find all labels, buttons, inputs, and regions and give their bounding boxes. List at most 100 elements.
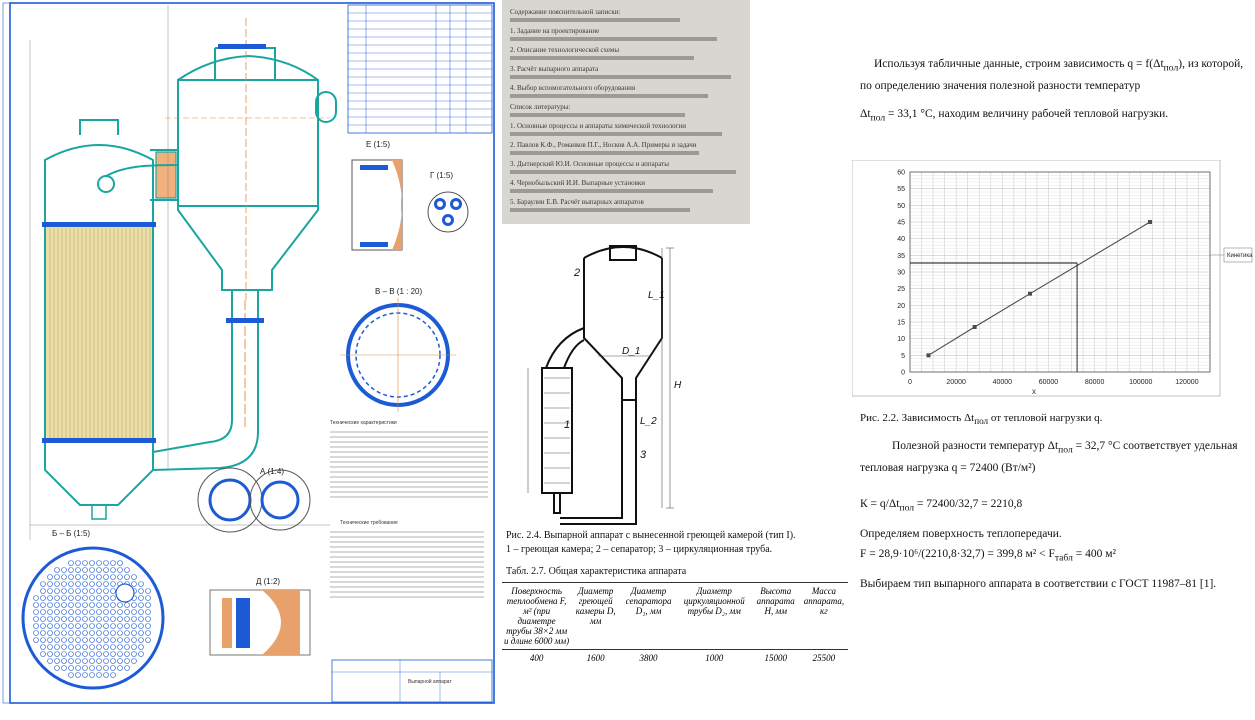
chart-y-tick-label: 15 bbox=[897, 320, 905, 327]
paragraph-1b: по определению значения полезной разност… bbox=[860, 80, 1141, 92]
paragraph-3b: тепловая нагрузка q = 72400 (Вт/м²) bbox=[860, 462, 1036, 474]
scan-text-line: Содержание пояснительной записки: bbox=[510, 8, 621, 16]
label-e: Е (1:5) bbox=[366, 140, 390, 149]
chart-xlabel: x bbox=[1032, 387, 1036, 396]
table-header-cell: Диаметр сепаратора D₁, мм bbox=[620, 582, 677, 650]
chart-point bbox=[1148, 220, 1152, 224]
label-b: Б – Б (1:5) bbox=[52, 529, 90, 538]
scan-text-line: Список литературы: bbox=[510, 103, 571, 111]
engineering-drawing: Выпарной аппарат Е (1:5) Г (1:5) В – В (… bbox=[0, 0, 498, 715]
chart-y-tick-label: 60 bbox=[897, 170, 905, 177]
scan-text-line: 1. Задание на проектирование bbox=[510, 27, 600, 35]
p1a-text: Используя табличные данные, строим завис… bbox=[874, 58, 1164, 70]
scan-line bbox=[510, 208, 690, 212]
fig-label-l2: L_2 bbox=[640, 416, 657, 427]
fig-label-l1: L_1 bbox=[648, 290, 665, 301]
scan-text-line: 3. Расчёт выпарного аппарата bbox=[510, 65, 599, 73]
apparatus-table: Поверхность теплообмена F, м² (при диаме… bbox=[502, 582, 848, 666]
table-header-cell: Диаметр циркуляционной трубы D₂, мм bbox=[676, 582, 752, 650]
scan-text-line: 5. Бараулин Е.В. Расчёт выпарных аппарат… bbox=[510, 198, 644, 206]
detail-view-e bbox=[351, 159, 403, 251]
figure-2-2-caption: Рис. 2.2. Зависимость Δtпол от тепловой … bbox=[860, 412, 1102, 426]
p4-sub: пол bbox=[899, 502, 915, 514]
p6-sub: табл bbox=[1054, 552, 1073, 564]
scan-line bbox=[510, 170, 736, 174]
scan-line bbox=[510, 151, 699, 155]
chart-point bbox=[926, 353, 931, 358]
p2-pre: Δt bbox=[860, 108, 871, 120]
paragraph-1a: Используя табличные данные, строим завис… bbox=[874, 58, 1243, 73]
table-cell: 15000 bbox=[751, 649, 800, 666]
scan-line bbox=[510, 75, 731, 79]
scan-line bbox=[510, 113, 685, 117]
label-a: А (1:4) bbox=[260, 467, 284, 476]
scan-line bbox=[510, 132, 722, 136]
p3a-sub: пол bbox=[1058, 444, 1073, 456]
apparatus-sketch: 1 2 3 D_1 L_1 L_2 H bbox=[527, 245, 682, 525]
detail-view-a bbox=[197, 467, 311, 533]
formula-k: К = q/Δtпол = 72400/32,7 = 2210,8 bbox=[860, 498, 1022, 513]
figure-caption-1: Рис. 2.4. Выпарной аппарат с вынесенной … bbox=[506, 530, 796, 541]
table-cell: 1600 bbox=[571, 649, 621, 666]
apparatus-figure-panel: 1 2 3 D_1 L_1 L_2 H Рис. 2.4. Выпарной а… bbox=[502, 228, 852, 715]
chart-grid bbox=[909, 171, 1211, 373]
fig-cap-end: от тепловой нагрузки q. bbox=[988, 412, 1103, 424]
p1a-sub: пол bbox=[1163, 62, 1179, 74]
title-block: Выпарной аппарат bbox=[331, 659, 493, 703]
chart-x-tick-label: 80000 bbox=[1085, 379, 1105, 386]
detail-view-v bbox=[340, 298, 456, 412]
chart-point bbox=[1028, 291, 1032, 296]
chart: 0 20000 40000 60000 80000 100000 120000 0 5 10 15 2… bbox=[852, 160, 1253, 397]
paragraph-3a: Полезной разности температур Δtпол = 32,… bbox=[892, 440, 1238, 455]
fig-label-2: 2 bbox=[573, 267, 580, 279]
chart-y-tick-label: 55 bbox=[897, 186, 905, 193]
chart-x-tick-label: 40000 bbox=[993, 379, 1013, 386]
scan-text-line: 1. Основные процессы и аппараты химическ… bbox=[510, 122, 686, 130]
scanned-page: Содержание пояснительной записки: 1. Зада… bbox=[502, 0, 750, 224]
label-g: Г (1:5) bbox=[430, 171, 453, 180]
fig-cap-sub: пол bbox=[974, 416, 989, 427]
table-cell: 25500 bbox=[799, 649, 848, 666]
detail-view-d bbox=[209, 589, 311, 656]
fig-cap-text: Рис. 2.2. Зависимость Δt bbox=[860, 412, 975, 424]
p2-rest: = 33,1 °С, находим величину рабочей тепл… bbox=[885, 108, 1169, 120]
chart-y-tick-label: 50 bbox=[897, 203, 905, 210]
chart-x-tick-label: 20000 bbox=[946, 379, 966, 386]
table-header-cell: Поверхность теплообмена F, м² (при диаме… bbox=[502, 582, 572, 650]
chart-y-tick-label: 35 bbox=[897, 253, 905, 260]
chart-y-tick-label: 40 bbox=[897, 236, 905, 243]
table-title: Табл. 2.7. Общая характеристика аппарата bbox=[506, 566, 687, 577]
circulation-pipe bbox=[152, 290, 259, 471]
table-header-cell: Диаметр греющей камеры D, мм bbox=[571, 582, 621, 650]
p6-text: F = 28,9·10⁶/(2210,8·32,7) = 399,8 м² < … bbox=[860, 548, 1055, 560]
scan-text-line: 4. Выбор вспомогательного оборудования bbox=[510, 84, 636, 92]
scan-line bbox=[510, 18, 680, 22]
chart-x-tick-label: 120000 bbox=[1175, 379, 1198, 386]
p4-text: К = q/Δt bbox=[860, 498, 900, 510]
table-header-row: Поверхность теплообмена F, м² (при диаме… bbox=[502, 582, 848, 650]
p2-sub: пол bbox=[870, 112, 886, 124]
notes-block bbox=[330, 431, 488, 598]
table-header-cell: Масса аппарата, кг bbox=[799, 582, 848, 650]
chart-point bbox=[972, 325, 977, 329]
tube-sheet-view bbox=[21, 546, 165, 690]
detail-view-g bbox=[427, 191, 469, 233]
chart-x-tick-label: 60000 bbox=[1039, 379, 1059, 386]
p4-end: = 72400/32,7 = 2210,8 bbox=[914, 498, 1023, 510]
chart-x-tick-label: 0 bbox=[908, 379, 912, 386]
label-d: Д (1:2) bbox=[256, 577, 280, 586]
paragraph-2: Δtпол = 33,1 °С, находим величину рабоче… bbox=[860, 108, 1168, 123]
formula-f: F = 28,9·10⁶/(2210,8·32,7) = 399,8 м² < … bbox=[860, 548, 1116, 563]
text-panel: Используя табличные данные, строим завис… bbox=[852, 0, 1255, 715]
chart-y-tick-label: 10 bbox=[897, 336, 905, 343]
p6-end: = 400 м² bbox=[1072, 548, 1116, 560]
chart-y-tick-label: 20 bbox=[897, 303, 905, 310]
chart-y-tick-label: 0 bbox=[901, 370, 905, 377]
scan-line bbox=[510, 37, 717, 41]
p1a-end: ), из которой, bbox=[1178, 58, 1244, 70]
scan-text-line: 3. Дытнерский Ю.И. Основные процессы и а… bbox=[510, 160, 669, 168]
chart-x-tick-label: 100000 bbox=[1129, 379, 1152, 386]
table-header-cell: Высота аппарата Н, мм bbox=[751, 582, 800, 650]
fig-label-3: 3 bbox=[640, 449, 647, 461]
fig-label-d1: D_1 bbox=[622, 346, 640, 357]
